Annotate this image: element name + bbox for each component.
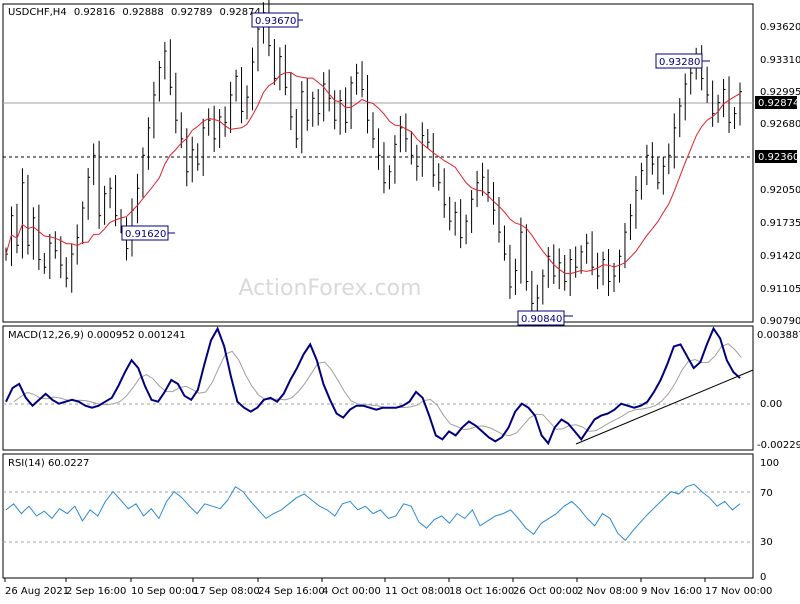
- annotation-high-label: 0.93670: [255, 16, 296, 27]
- level-price-label: 0.92360: [758, 152, 799, 163]
- rsi-panel-frame: [2, 453, 754, 579]
- ohlc-low: 0.92789: [171, 7, 212, 18]
- x-axis-label: 17 Nov 00:00: [705, 586, 772, 597]
- x-axis-label: 26 Oct 00:00: [513, 586, 578, 597]
- price-y-axis: 0.93620 0.93310 0.92995 0.92680 0.92050 …: [760, 22, 800, 327]
- macd-tick-label: 0.00: [760, 399, 782, 410]
- watermark: ActionForex.com: [239, 276, 422, 301]
- macd-y-axis: 0.003887 0.00 -0.002294: [757, 330, 800, 451]
- current-price-label: 0.92874: [758, 98, 799, 109]
- x-axis-label: 17 Sep 08:00: [193, 586, 260, 597]
- price-tick-label: 0.91105: [760, 284, 800, 295]
- macd-panel-frame: [2, 325, 754, 451]
- x-axis-label: 18 Oct 16:00: [449, 586, 514, 597]
- rsi-tick-label: 30: [760, 537, 773, 548]
- macd-tick-label: -0.002294: [757, 440, 800, 451]
- chart-root: ActionForex.com USDCHF,H4 0.92816 0.9288…: [0, 0, 800, 600]
- x-axis-label: 2 Sep 16:00: [66, 586, 126, 597]
- price-tick-label: 0.93310: [760, 55, 800, 66]
- rsi-panel-title: RSI(14) 60.0227: [8, 458, 89, 469]
- price-tick-label: 0.90790: [760, 316, 800, 327]
- rsi-y-axis: 100 70 30 0: [760, 458, 779, 583]
- ohlc-open: 0.92816: [74, 7, 115, 18]
- rsi-tick-label: 100: [760, 458, 779, 469]
- x-axis-label: 4 Oct 00:00: [322, 586, 381, 597]
- x-axis: 26 Aug 20212 Sep 16:00 10 Sep 00:0017 Sep…: [4, 578, 772, 597]
- price-tick-label: 0.93620: [760, 22, 800, 33]
- price-tick-label: 0.91735: [760, 218, 800, 229]
- x-axis-label: 11 Oct 08:00: [385, 586, 450, 597]
- annotation-high-2-label: 0.93280: [659, 57, 700, 68]
- annotation-low-2-label: 0.90840: [521, 314, 562, 325]
- macd-tick-label: 0.003887: [757, 330, 800, 341]
- x-axis-label: 24 Sep 16:00: [258, 586, 325, 597]
- symbol-timeframe: USDCHF,H4: [8, 7, 67, 18]
- x-axis-label: 9 Nov 16:00: [641, 586, 702, 597]
- x-axis-label: 26 Aug 2021: [5, 586, 69, 597]
- ohlc-high: 0.92888: [122, 7, 163, 18]
- rsi-tick-label: 70: [760, 488, 773, 499]
- annotation-low-1-label: 0.91620: [125, 229, 166, 240]
- rsi-tick-label: 0: [760, 572, 766, 583]
- price-tick-label: 0.91420: [760, 251, 800, 262]
- price-panel-title: USDCHF,H4 0.92816 0.92888 0.92789 0.9287…: [8, 7, 261, 18]
- price-chart-svg: ActionForex.com USDCHF,H4 0.92816 0.9288…: [2, 0, 800, 597]
- price-tick-label: 0.92050: [760, 185, 800, 196]
- macd-panel-title: MACD(12,26,9) 0.000952 0.001241: [8, 330, 186, 341]
- x-axis-label: 10 Sep 00:00: [131, 586, 198, 597]
- price-tick-label: 0.92680: [760, 119, 800, 130]
- x-axis-label: 2 Nov 08:00: [577, 586, 638, 597]
